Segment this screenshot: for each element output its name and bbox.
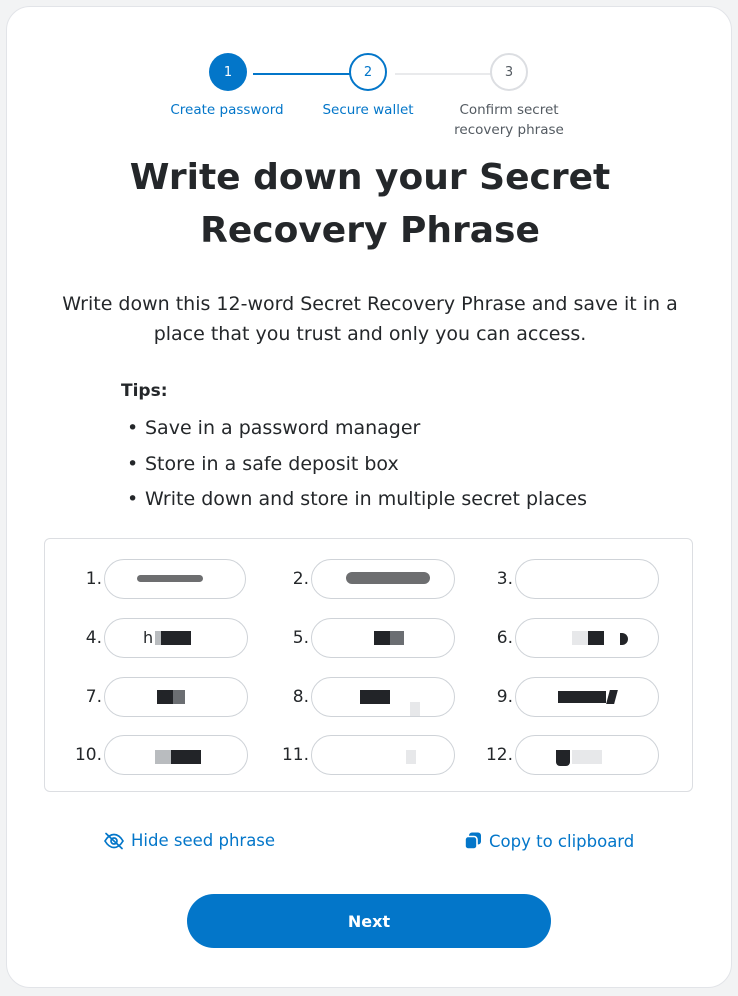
word-field: [104, 677, 248, 717]
copy-to-clipboard-label: Copy to clipboard: [489, 831, 635, 851]
word-number: 8.: [292, 687, 309, 707]
phrase-word-12: 12.: [485, 735, 665, 775]
word-field: [515, 618, 659, 658]
word-field: [104, 735, 248, 775]
redaction-mark: [588, 631, 604, 645]
redaction-mark: [572, 750, 602, 764]
onboarding-card: 1 2 3 Create password Secure wallet Conf…: [6, 6, 732, 988]
step-3-label: Confirm secret recovery phrase: [454, 102, 564, 138]
redaction-mark: [360, 690, 390, 704]
word-field: [311, 559, 455, 599]
redaction-mark: [157, 690, 173, 704]
word-text: [312, 736, 454, 774]
word-field: h: [104, 618, 248, 658]
word-text: [516, 560, 658, 598]
phrase-word-10: 10.: [74, 735, 254, 775]
word-field: [515, 559, 659, 599]
word-number: 10.: [74, 745, 102, 765]
phrase-word-5: 5.: [281, 618, 461, 658]
phrase-word-6: 6.: [485, 618, 665, 658]
redaction-mark: [406, 750, 416, 764]
word-number: 5.: [292, 628, 309, 648]
tips-list: Save in a password manager Store in a sa…: [123, 411, 587, 518]
secret-phrase-grid: 1. 2. 3. 4. h 5. 6. 7. 8. 9. 10. 11. 12.: [44, 538, 693, 792]
redaction-mark: [161, 631, 191, 645]
word-field: [515, 735, 659, 775]
redaction-mark: [558, 691, 606, 703]
tips-heading: Tips:: [121, 381, 168, 401]
word-number: 1.: [85, 569, 102, 589]
copy-icon: [463, 831, 483, 851]
phrase-word-1: 1.: [74, 559, 254, 599]
stepper-connector-complete: [253, 73, 355, 75]
step-2-indicator: 2: [349, 53, 387, 91]
phrase-word-8: 8.: [281, 677, 461, 717]
tip-item: Save in a password manager: [123, 411, 587, 447]
redaction-mark: [171, 750, 201, 764]
phrase-word-9: 9.: [485, 677, 665, 717]
word-number: 12.: [485, 745, 513, 765]
redaction-mark: [173, 690, 185, 704]
word-field: [311, 618, 455, 658]
word-number: 9.: [496, 687, 513, 707]
word-number: 4.: [85, 628, 102, 648]
copy-to-clipboard-link[interactable]: Copy to clipboard: [463, 831, 634, 851]
redaction-mark: [390, 631, 404, 645]
phrase-word-11: 11.: [281, 735, 461, 775]
phrase-word-3: 3.: [485, 559, 665, 599]
phrase-word-2: 2.: [281, 559, 461, 599]
word-number: 6.: [496, 628, 513, 648]
redaction-mark: [572, 631, 588, 645]
word-number: 7.: [85, 687, 102, 707]
word-field: [515, 677, 659, 717]
word-number: 2.: [292, 569, 309, 589]
progress-stepper: 1 2 3 Create password Secure wallet Conf…: [7, 7, 731, 157]
phrase-word-4: 4. h: [74, 618, 254, 658]
word-number: 3.: [496, 569, 513, 589]
tip-item: Store in a safe deposit box: [123, 447, 587, 483]
page-description: Write down this 12-word Secret Recovery …: [62, 293, 678, 345]
hide-seed-phrase-link[interactable]: Hide seed phrase: [103, 831, 275, 850]
stepper-connector-pending: [395, 73, 497, 75]
redaction-mark: [137, 575, 203, 582]
redaction-mark: [346, 572, 430, 584]
redaction-mark: [155, 750, 171, 764]
word-field: [104, 559, 246, 599]
step-3-indicator: 3: [490, 53, 528, 91]
step-1-label: Create password: [170, 102, 284, 118]
step-1-indicator: 1: [209, 53, 247, 91]
word-number: 11.: [281, 745, 309, 765]
eye-slash-icon: [103, 832, 125, 850]
hide-seed-phrase-label: Hide seed phrase: [131, 831, 276, 850]
word-field: [311, 735, 455, 775]
redaction-mark: [374, 631, 390, 645]
word-field: [311, 677, 455, 717]
redaction-mark: [556, 750, 570, 766]
step-2-label: Secure wallet: [322, 102, 414, 118]
redaction-mark: [410, 702, 420, 716]
phrase-word-7: 7.: [74, 677, 254, 717]
page-title: Write down your Secret Recovery Phrase: [129, 157, 611, 251]
tip-item: Write down and store in multiple secret …: [123, 482, 587, 518]
next-button[interactable]: Next: [187, 894, 551, 948]
